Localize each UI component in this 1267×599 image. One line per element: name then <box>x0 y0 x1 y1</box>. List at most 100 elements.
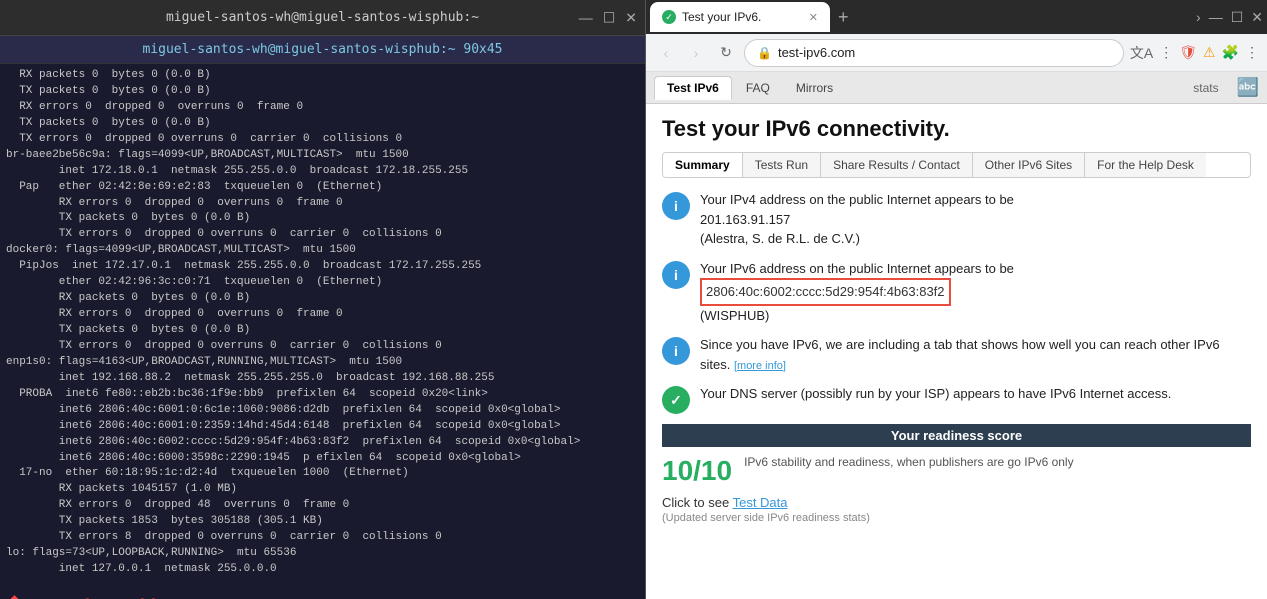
lock-icon: 🔒 <box>757 46 772 60</box>
info-text-1: Your IPv4 address on the public Internet… <box>700 190 1014 249</box>
browser-panel: ✓ Test your IPv6. ✕ + › — ☐ ✕ ‹ › ↻ 🔒 te… <box>645 0 1267 599</box>
menu-icon[interactable]: ⋮ <box>1245 44 1259 61</box>
new-tab-button[interactable]: + <box>838 7 849 28</box>
terminal-line: RX packets 0 bytes 0 (0.0 B) <box>6 291 639 307</box>
terminal-controls: — ☐ ✕ <box>579 9 637 26</box>
terminal-line: RX packets 0 bytes 0 (0.0 B) <box>6 68 639 84</box>
translate-icon[interactable]: 文A <box>1130 43 1153 63</box>
terminal-line: TX packets 1853 bytes 305188 (305.1 KB) <box>6 514 639 530</box>
info-icon-4: ✓ <box>662 386 690 414</box>
site-tab-stats[interactable]: stats <box>1185 77 1226 99</box>
info-item-tab-info: i Since you have IPv6, we are including … <box>662 335 1251 374</box>
terminal-line: inet6 2806:40c:6001:0:6c1e:1060:9086:d2d… <box>6 403 639 419</box>
tab-close-button[interactable]: ✕ <box>809 11 818 24</box>
terminal-line: Pap ether 02:42:8e:69:e2:83 txqueuelen 0… <box>6 180 639 196</box>
address-bar[interactable]: 🔒 test-ipv6.com <box>744 39 1124 67</box>
test-data-label: Click to see <box>662 495 729 510</box>
terminal-line: RX errors 0 dropped 48 overruns 0 frame … <box>6 498 639 514</box>
site-nav: Test IPv6 FAQ Mirrors stats 🔤 <box>646 72 1267 104</box>
browser-nav: ‹ › ↻ 🔒 test-ipv6.com 文A ⋮ 🛡 ⚠ 🧩 ⋮ <box>646 34 1267 72</box>
terminal-line: inet 172.18.0.1 netmask 255.255.0.0 broa… <box>6 164 639 180</box>
terminal-close[interactable]: ✕ <box>625 9 637 26</box>
inner-tab-tests-run[interactable]: Tests Run <box>743 153 821 177</box>
ipv6-banner: ⬆IPv6 alcanzable por Internet <box>6 586 639 599</box>
forward-button[interactable]: › <box>684 45 708 61</box>
terminal-line: TX errors 0 dropped 0 overruns 0 carrier… <box>6 339 639 355</box>
readiness-desc: IPv6 stability and readiness, when publi… <box>744 455 1074 469</box>
terminal-line: RX errors 0 dropped 0 overruns 0 frame 0 <box>6 196 639 212</box>
terminal-line: TX packets 0 bytes 0 (0.0 B) <box>6 211 639 227</box>
reload-button[interactable]: ↻ <box>714 44 738 61</box>
site-tab-test-ipv6[interactable]: Test IPv6 <box>654 76 732 100</box>
tab-title: Test your IPv6. <box>682 10 761 24</box>
inner-tab-share[interactable]: Share Results / Contact <box>821 153 973 177</box>
score-display: 10/10 <box>662 455 732 487</box>
browser-content: Test your IPv6 connectivity. Summary Tes… <box>646 104 1267 599</box>
terminal-line: br-baee2be56c9a: flags=4099<UP,BROADCAST… <box>6 148 639 164</box>
warning-icon[interactable]: ⚠ <box>1203 44 1216 61</box>
terminal-line: docker0: flags=4099<UP,BROADCAST,MULTICA… <box>6 243 639 259</box>
terminal-line: RX packets 1045157 (1.0 MB) <box>6 482 639 498</box>
info-text-2: Your IPv6 address on the public Internet… <box>700 259 1014 326</box>
inner-tab-help-desk[interactable]: For the Help Desk <box>1085 153 1206 177</box>
terminal-subtitle: miguel-santos-wh@miguel-santos-wisphub:~… <box>0 36 645 64</box>
terminal-line: lo: flags=73<UP,LOOPBACK,RUNNING> mtu 65… <box>6 546 639 562</box>
terminal-line: RX errors 0 dropped 0 overruns 0 frame 0 <box>6 307 639 323</box>
terminal-panel: miguel-santos-wh@miguel-santos-wisphub:~… <box>0 0 645 599</box>
tab-favicon: ✓ <box>662 10 676 24</box>
terminal-line: inet6 2806:40c:6002:cccc:5d29:954f:4b63:… <box>6 435 639 451</box>
info-item-ipv6: i Your IPv6 address on the public Intern… <box>662 259 1251 326</box>
terminal-line: PipJos inet 172.17.0.1 netmask 255.255.0… <box>6 259 639 275</box>
address-text: test-ipv6.com <box>778 45 855 60</box>
terminal-line: inet 127.0.0.1 netmask 255.0.0.0 <box>6 562 639 578</box>
inner-tab-other-sites[interactable]: Other IPv6 Sites <box>973 153 1085 177</box>
info-icon-3: i <box>662 337 690 365</box>
site-tab-faq[interactable]: FAQ <box>734 77 782 99</box>
info-icon-1: i <box>662 192 690 220</box>
site-tab-mirrors[interactable]: Mirrors <box>784 77 845 99</box>
window-close[interactable]: ✕ <box>1251 9 1263 26</box>
terminal-line: inet6 2806:40c:6001:0:2359:14hd:45d4:614… <box>6 419 639 435</box>
help-translate-icon[interactable]: 🔤 <box>1237 77 1259 98</box>
terminal-titlebar: miguel-santos-wh@miguel-santos-wisphub:~… <box>0 0 645 36</box>
back-button[interactable]: ‹ <box>654 45 678 61</box>
share-icon[interactable]: ⋮ <box>1159 44 1173 61</box>
inner-tab-summary[interactable]: Summary <box>663 153 743 177</box>
test-data-section: Click to see Test Data <box>662 495 1251 510</box>
arrow-icon: ⬆ <box>6 586 23 599</box>
page-title: Test your IPv6 connectivity. <box>662 116 1251 142</box>
nav-icons-right: 文A ⋮ 🛡 ⚠ 🧩 ⋮ <box>1130 43 1259 63</box>
test-data-link[interactable]: Test Data <box>733 495 788 510</box>
more-info-link[interactable]: [more info] <box>734 360 786 372</box>
terminal-line: TX packets 0 bytes 0 (0.0 B) <box>6 84 639 100</box>
window-minimize[interactable]: — <box>1209 9 1223 25</box>
terminal-title: miguel-santos-wh@miguel-santos-wisphub:~ <box>166 10 479 25</box>
inner-tabs: Summary Tests Run Share Results / Contac… <box>662 152 1251 178</box>
ipv6-address: 2806:40c:6002:cccc:5d29:954f:4b63:83f2 <box>700 278 951 306</box>
terminal-line: TX errors 8 dropped 0 overruns 0 carrier… <box>6 530 639 546</box>
terminal-line: TX packets 0 bytes 0 (0.0 B) <box>6 323 639 339</box>
extensions-icon[interactable]: 🧩 <box>1222 44 1239 61</box>
readiness-header: Your readiness score <box>662 424 1251 447</box>
updated-note: (Updated server side IPv6 readiness stat… <box>662 512 1251 524</box>
browser-tab[interactable]: ✓ Test your IPv6. ✕ <box>650 2 830 32</box>
terminal-line: TX errors 0 dropped 0 overruns 0 carrier… <box>6 132 639 148</box>
terminal-subtitle-text: miguel-santos-wh@miguel-santos-wisphub:~… <box>142 42 502 57</box>
terminal-line: ether 02:42:96:3c:c0:71 txqueuelen 0 (Et… <box>6 275 639 291</box>
terminal-line: RX errors 0 dropped 0 overruns 0 frame 0 <box>6 100 639 116</box>
terminal-maximize[interactable]: ☐ <box>603 9 616 26</box>
info-item-ipv4: i Your IPv4 address on the public Intern… <box>662 190 1251 249</box>
shield-icon[interactable]: 🛡 <box>1179 44 1197 61</box>
info-item-dns: ✓ Your DNS server (possibly run by your … <box>662 384 1251 414</box>
terminal-line: TX errors 0 dropped 0 overruns 0 carrier… <box>6 227 639 243</box>
tab-bar: ✓ Test your IPv6. ✕ + › — ☐ ✕ <box>646 0 1267 34</box>
window-maximize[interactable]: ☐ <box>1231 9 1244 26</box>
terminal-line: inet 192.168.88.2 netmask 255.255.255.0 … <box>6 371 639 387</box>
info-text-4: Your DNS server (possibly run by your IS… <box>700 384 1171 404</box>
info-icon-2: i <box>662 261 690 289</box>
terminal-line: inet6 2806:40c:6000:3598c:2290:1945 p ef… <box>6 451 639 467</box>
terminal-body: RX packets 0 bytes 0 (0.0 B) TX packets … <box>0 64 645 599</box>
terminal-minimize[interactable]: — <box>579 9 593 26</box>
tab-more-button[interactable]: › <box>1196 9 1201 25</box>
readiness-section: Your readiness score 10/10 IPv6 stabilit… <box>662 424 1251 487</box>
